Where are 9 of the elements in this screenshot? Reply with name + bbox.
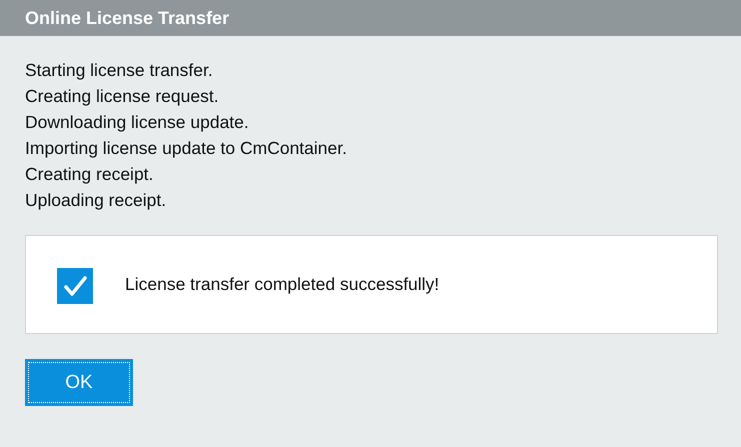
log-line: Uploading receipt. bbox=[25, 190, 168, 211]
log-line: Starting license transfer. bbox=[25, 60, 214, 81]
log-line: Downloading license update. bbox=[25, 112, 250, 133]
window-title: Online License Transfer bbox=[25, 8, 230, 28]
log-line: Importing license update to CmContainer. bbox=[25, 138, 348, 159]
log-line: Creating receipt. bbox=[25, 164, 154, 185]
log-line: Creating license request. bbox=[25, 86, 220, 107]
ok-button[interactable]: OK bbox=[25, 359, 133, 406]
result-message: License transfer completed successfully! bbox=[125, 274, 440, 295]
